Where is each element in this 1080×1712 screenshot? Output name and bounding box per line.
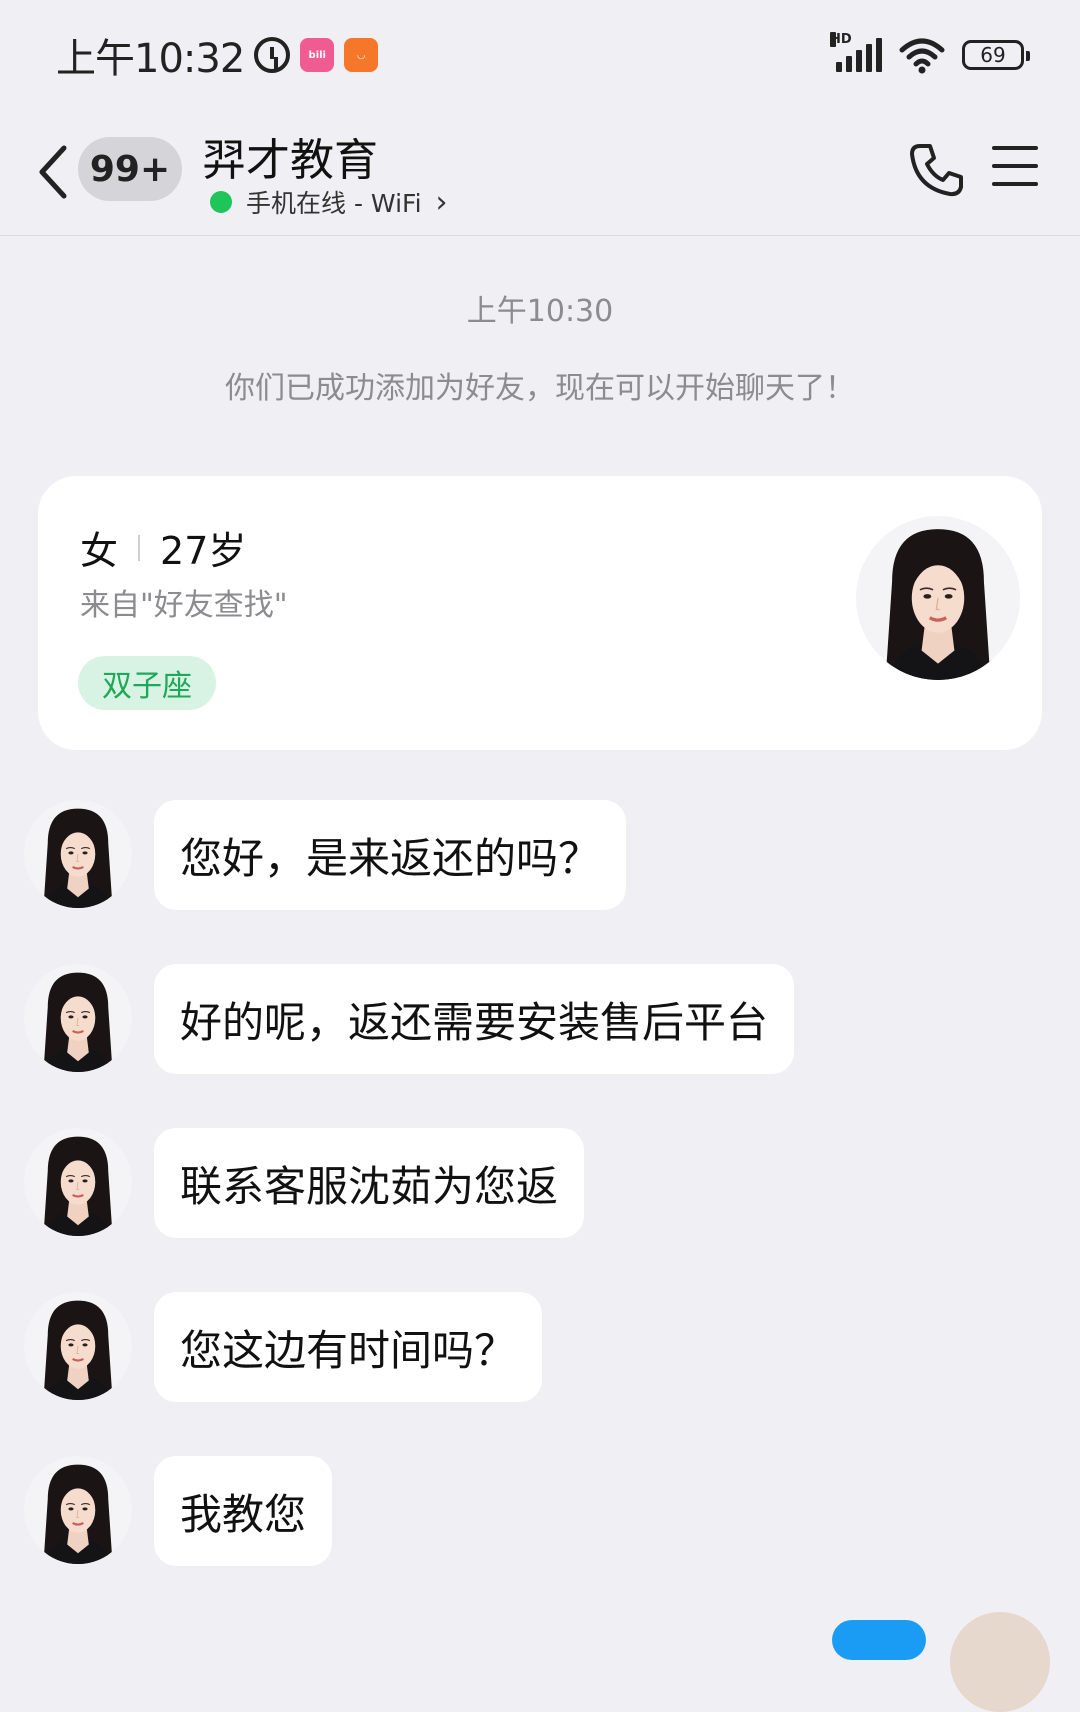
- cellular-signal-icon: HD: [830, 32, 882, 72]
- chat-title[interactable]: 羿才教育: [202, 124, 378, 188]
- profile-basic-info: 女 27岁: [80, 520, 246, 575]
- message-bubble[interactable]: 您好，是来返还的吗？: [154, 800, 627, 910]
- battery-level: 69: [980, 43, 1006, 67]
- message-timestamp: 上午10:30: [466, 294, 614, 329]
- message-row: 我教您: [24, 1456, 333, 1566]
- message-bubble[interactable]: 联系客服沈茹为您返: [154, 1128, 585, 1238]
- profile-card[interactable]: 女 27岁 来自"好友查找" 双子座: [38, 476, 1042, 750]
- contact-avatar[interactable]: [24, 1456, 132, 1564]
- network-type-label: HD: [830, 32, 852, 47]
- message-bubble[interactable]: 您这边有时间吗？: [154, 1292, 543, 1402]
- profile-age: 27岁: [160, 529, 247, 573]
- profile-photo[interactable]: [856, 516, 1020, 680]
- contact-avatar[interactable]: [24, 800, 132, 908]
- unread-count-badge[interactable]: 99+: [78, 137, 182, 201]
- phone-call-icon[interactable]: [906, 140, 966, 200]
- online-status-text: 手机在线 - WiFi: [246, 189, 422, 218]
- divider: [138, 534, 141, 561]
- zodiac-tag: 双子座: [78, 656, 216, 710]
- shopping-app-icon: ◡: [344, 38, 379, 72]
- status-notification-icons: bili ◡: [254, 37, 379, 73]
- message-bubble[interactable]: 好的呢，返还需要安装售后平台: [154, 964, 795, 1074]
- menu-icon[interactable]: [992, 146, 1038, 186]
- bilibili-app-icon: bili: [300, 38, 335, 72]
- profile-source: 来自"好友查找": [80, 588, 288, 623]
- my-avatar[interactable]: [950, 1612, 1050, 1712]
- contact-avatar[interactable]: [24, 1128, 132, 1236]
- system-notice: 你们已成功添加为好友，现在可以开始聊天了！: [225, 371, 855, 406]
- contact-avatar[interactable]: [24, 964, 132, 1072]
- wifi-icon: [899, 38, 945, 74]
- online-dot-icon: [210, 191, 232, 213]
- battery-icon: 69: [962, 40, 1030, 70]
- message-row: 您这边有时间吗？: [24, 1292, 543, 1402]
- chat-header: 99+ 羿才教育 手机在线 - WiFi ›: [0, 110, 1080, 236]
- alarm-icon: [254, 37, 291, 73]
- message-row: 您好，是来返还的吗？: [24, 800, 627, 910]
- message-bubble[interactable]: 我教您: [154, 1456, 333, 1566]
- online-status[interactable]: 手机在线 - WiFi ›: [210, 184, 448, 220]
- status-bar: 上午10:32 bili ◡ HD 69: [0, 0, 1080, 110]
- message-row: 好的呢，返还需要安装售后平台: [24, 964, 795, 1074]
- back-arrow-icon[interactable]: [34, 142, 74, 202]
- profile-gender: 女: [80, 529, 119, 573]
- outgoing-message-bubble[interactable]: [832, 1620, 926, 1660]
- chevron-right-icon: ›: [435, 184, 448, 220]
- message-row: 联系客服沈茹为您返: [24, 1128, 585, 1238]
- contact-avatar[interactable]: [24, 1292, 132, 1400]
- status-time: 上午10:32: [56, 36, 245, 82]
